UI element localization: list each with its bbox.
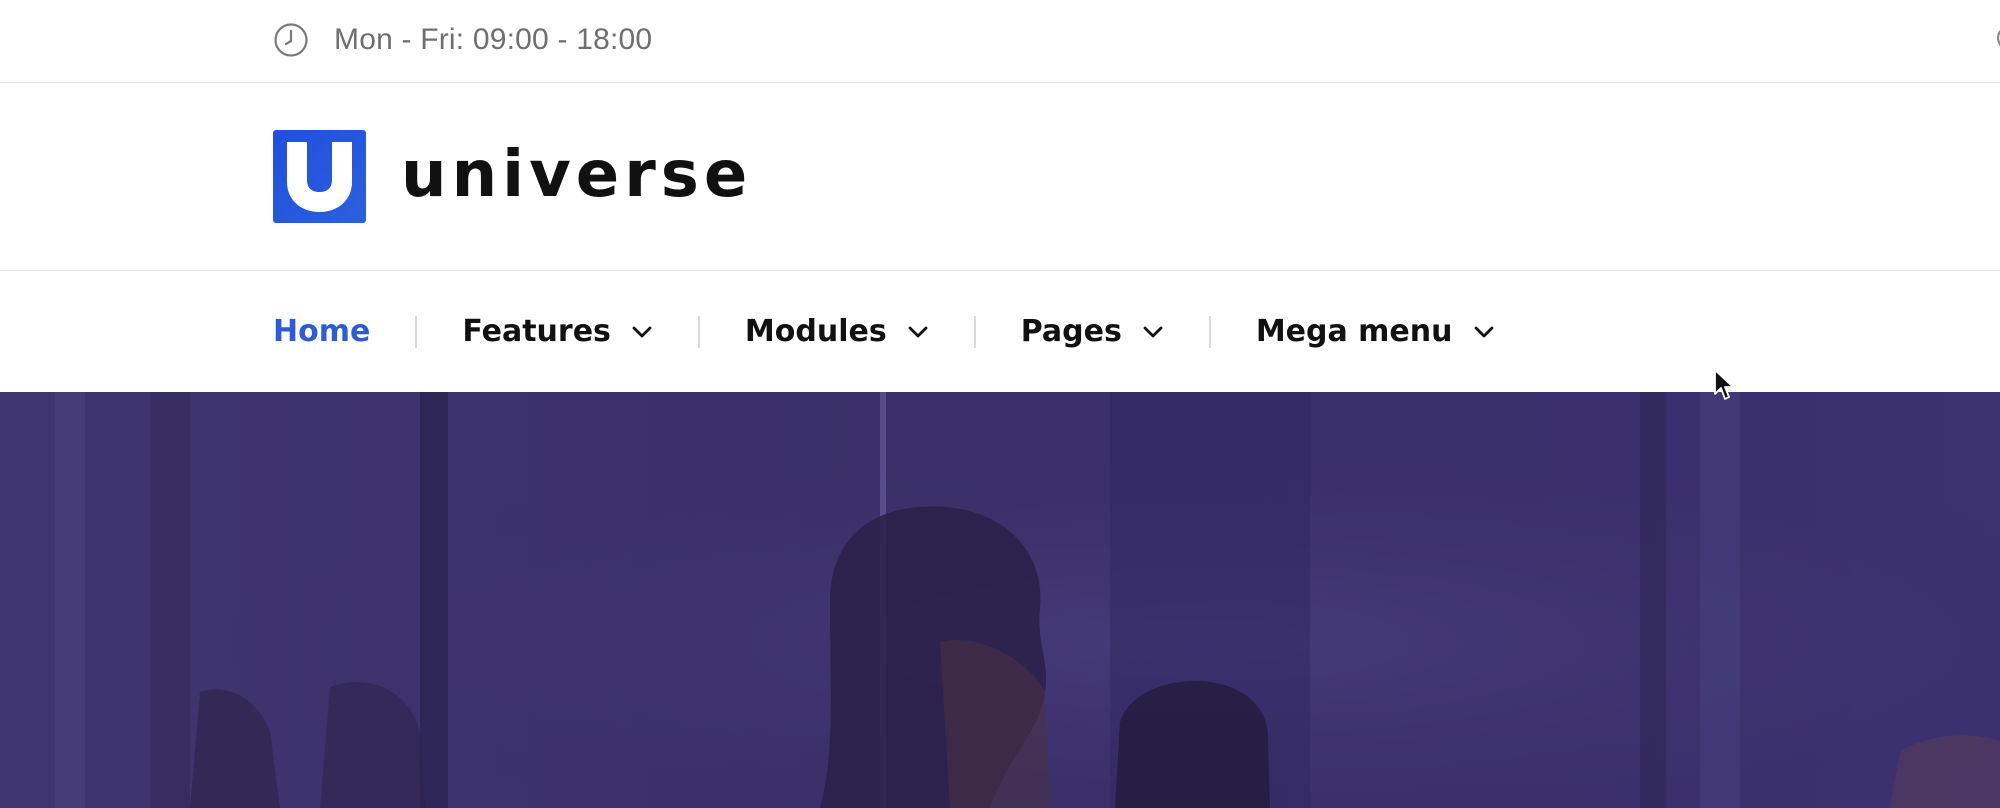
logo-link[interactable] bbox=[273, 130, 366, 223]
nav-item-mega-menu[interactable]: Mega menu bbox=[1256, 314, 1495, 349]
nav-item-label: Mega menu bbox=[1255, 314, 1453, 349]
hero-banner bbox=[0, 392, 2000, 808]
chevron-down-icon bbox=[1474, 326, 1493, 337]
nav-item-label: Pages bbox=[1020, 314, 1122, 349]
chevron-down-icon bbox=[632, 326, 652, 337]
brand-name: universe bbox=[401, 138, 753, 212]
nav-separator bbox=[973, 315, 976, 348]
nav-item-home[interactable]: Home bbox=[273, 314, 370, 349]
location-pin-icon bbox=[1996, 30, 2000, 47]
main-navigation: Home Features Modules Pages Mega menu bbox=[0, 271, 2000, 392]
clock-icon bbox=[274, 23, 308, 57]
chevron-down-icon bbox=[908, 326, 928, 337]
page: Mon - Fri: 09:00 - 18:00 universe Home F… bbox=[0, 0, 2000, 808]
hero-background-image bbox=[0, 392, 2000, 808]
nav-item-label: Features bbox=[462, 314, 611, 349]
nav-separator bbox=[415, 315, 418, 348]
nav-item-pages[interactable]: Pages bbox=[1021, 314, 1164, 349]
top-info-bar: Mon - Fri: 09:00 - 18:00 bbox=[0, 0, 2000, 83]
nav-item-modules[interactable]: Modules bbox=[745, 314, 929, 349]
working-hours-text: Mon - Fri: 09:00 - 18:00 bbox=[334, 23, 653, 56]
mouse-pointer-icon bbox=[1714, 369, 1734, 400]
nav-item-label: Home bbox=[273, 314, 371, 349]
nav-separator bbox=[1208, 315, 1211, 348]
universe-logo-icon bbox=[273, 130, 366, 223]
nav-list: Home Features Modules Pages Mega menu bbox=[273, 271, 1495, 392]
nav-item-features[interactable]: Features bbox=[462, 314, 653, 349]
brand-header: universe bbox=[0, 83, 2000, 271]
nav-item-label: Modules bbox=[744, 314, 887, 349]
working-hours: Mon - Fri: 09:00 - 18:00 bbox=[273, 20, 652, 60]
nav-separator bbox=[697, 315, 700, 348]
chevron-down-icon bbox=[1143, 326, 1163, 337]
